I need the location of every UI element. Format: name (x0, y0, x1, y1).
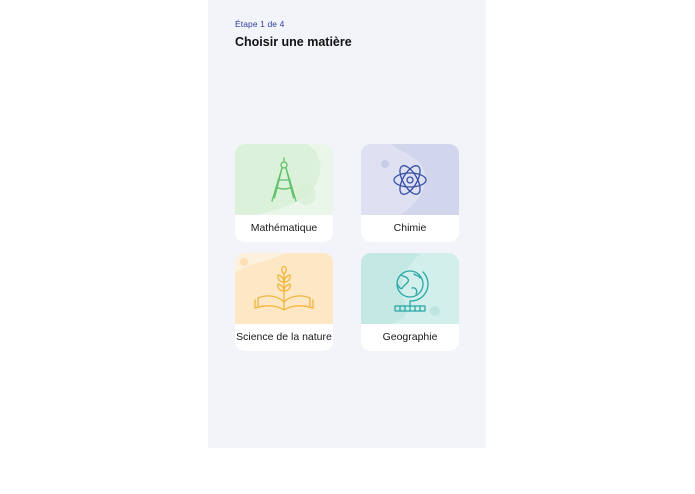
subject-card-geography[interactable]: Geographie (361, 253, 459, 351)
subject-label: Geographie (382, 331, 438, 343)
subject-art (361, 253, 459, 324)
subject-card-chemistry[interactable]: Chimie (361, 144, 459, 242)
subject-card-natural-science[interactable]: Science de la nature (235, 253, 333, 351)
subject-card-math[interactable]: Mathématique (235, 144, 333, 242)
page-title: Choisir une matière (235, 35, 352, 49)
subject-label: Mathématique (250, 222, 318, 234)
step-indicator: Étape 1 de 4 (235, 19, 285, 29)
subject-art (235, 144, 333, 215)
subject-art (361, 144, 459, 215)
subject-art (235, 253, 333, 324)
compass-icon (271, 157, 297, 202)
subject-label: Science de la nature (236, 331, 332, 343)
book-plant-icon (254, 266, 314, 311)
globe-icon (394, 270, 429, 312)
subject-label: Chimie (393, 222, 427, 234)
atom-icon (393, 165, 427, 195)
app-panel: Étape 1 de 4 Choisir une matière Mathéma… (208, 0, 486, 448)
